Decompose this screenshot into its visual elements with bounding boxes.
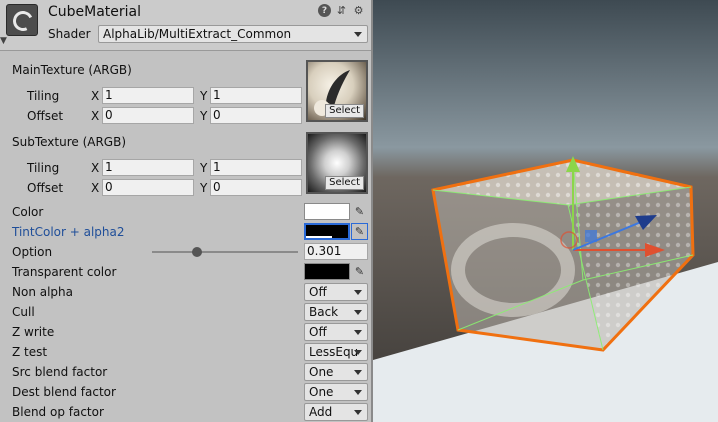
gear-icon[interactable]: ⚙ (352, 4, 365, 17)
sub-offset-x-input[interactable]: 0 (102, 179, 194, 196)
color-swatch[interactable] (304, 203, 350, 220)
zwrite-dropdown[interactable]: Off (304, 323, 368, 341)
preset-icon[interactable]: ⇵ (335, 4, 348, 17)
sub-tiling-x-input[interactable]: 1 (102, 159, 194, 176)
zwrite-label: Z write (12, 325, 55, 339)
tint-color-label: TintColor + alpha2 (12, 225, 125, 239)
option-slider-handle[interactable] (192, 247, 203, 257)
main-offset-x-input[interactable]: 0 (102, 107, 194, 124)
scene-view[interactable] (373, 0, 718, 422)
shader-dropdown[interactable]: AlphaLib/MultiExtract_Common (98, 25, 368, 43)
sub-offset-y-label: Y (200, 181, 208, 195)
main-offset-label: Offset (27, 109, 64, 123)
material-inspector: CubeMaterial ? ⇵ ⚙ Shader AlphaLib/Multi… (0, 0, 373, 422)
sub-tiling-x-label: X (91, 161, 100, 175)
sub-offset-label: Offset (27, 181, 64, 195)
option-slider-track[interactable] (152, 251, 298, 253)
main-select-button[interactable]: Select (325, 104, 364, 118)
dest-blend-dropdown[interactable]: One (304, 383, 368, 401)
eyedropper-icon[interactable]: ✎ (351, 203, 368, 220)
ztest-label: Z test (12, 345, 48, 359)
dest-blend-label: Dest blend factor (12, 385, 116, 399)
cull-dropdown[interactable]: Back (304, 303, 368, 321)
chevron-down-icon (354, 350, 362, 355)
material-icon (6, 4, 38, 36)
transparent-color-swatch[interactable] (304, 263, 350, 280)
chevron-down-icon (354, 390, 362, 395)
shader-value: AlphaLib/MultiExtract_Common (103, 27, 292, 41)
sub-tiling-label: Tiling (27, 161, 60, 175)
sub-offset-x-label: X (91, 181, 100, 195)
option-label: Option (12, 245, 53, 259)
blend-op-label: Blend op factor (12, 405, 104, 419)
shader-label: Shader (48, 27, 91, 41)
main-offset-y-input[interactable]: 0 (210, 107, 302, 124)
chevron-down-icon (354, 310, 362, 315)
color-label: Color (12, 205, 44, 219)
non-alpha-label: Non alpha (12, 285, 74, 299)
main-tiling-x-label: X (91, 89, 100, 103)
main-offset-x-label: X (91, 109, 100, 123)
main-tiling-x-input[interactable]: 1 (102, 87, 194, 104)
option-value-input[interactable]: 0.301 (304, 243, 368, 260)
main-texture-label: MainTexture (ARGB) (12, 63, 132, 77)
transparent-color-label: Transparent color (12, 265, 117, 279)
eyedropper-icon[interactable]: ✎ (351, 223, 368, 240)
collapse-arrow-icon[interactable]: ▼ (0, 36, 7, 46)
sub-tiling-y-label: Y (200, 161, 208, 175)
main-tiling-label: Tiling (27, 89, 60, 103)
chevron-down-icon (354, 370, 362, 375)
eyedropper-icon[interactable]: ✎ (351, 263, 368, 280)
material-title: CubeMaterial (48, 4, 142, 20)
src-blend-label: Src blend factor (12, 365, 108, 379)
non-alpha-dropdown[interactable]: Off (304, 283, 368, 301)
sub-select-button[interactable]: Select (325, 176, 364, 190)
blend-op-dropdown[interactable]: Add (304, 403, 368, 421)
cull-label: Cull (12, 305, 35, 319)
inspector-header: CubeMaterial ? ⇵ ⚙ Shader AlphaLib/Multi… (0, 0, 371, 51)
main-offset-y-label: Y (200, 109, 208, 123)
main-tiling-y-input[interactable]: 1 (210, 87, 302, 104)
chevron-down-icon (354, 330, 362, 335)
ztest-dropdown[interactable]: LessEqu (304, 343, 368, 361)
scene-canvas[interactable] (373, 0, 718, 422)
tint-color-swatch[interactable] (304, 223, 350, 240)
chevron-down-icon (354, 410, 362, 415)
help-icon[interactable]: ? (318, 4, 331, 17)
src-blend-dropdown[interactable]: One (304, 363, 368, 381)
main-texture-thumbnail[interactable]: Select (306, 60, 368, 122)
chevron-down-icon (354, 32, 362, 37)
sub-texture-label: SubTexture (ARGB) (12, 135, 127, 149)
main-tiling-y-label: Y (200, 89, 208, 103)
sub-offset-y-input[interactable]: 0 (210, 179, 302, 196)
sub-texture-thumbnail[interactable]: Select (306, 132, 368, 194)
sub-tiling-y-input[interactable]: 1 (210, 159, 302, 176)
chevron-down-icon (354, 290, 362, 295)
